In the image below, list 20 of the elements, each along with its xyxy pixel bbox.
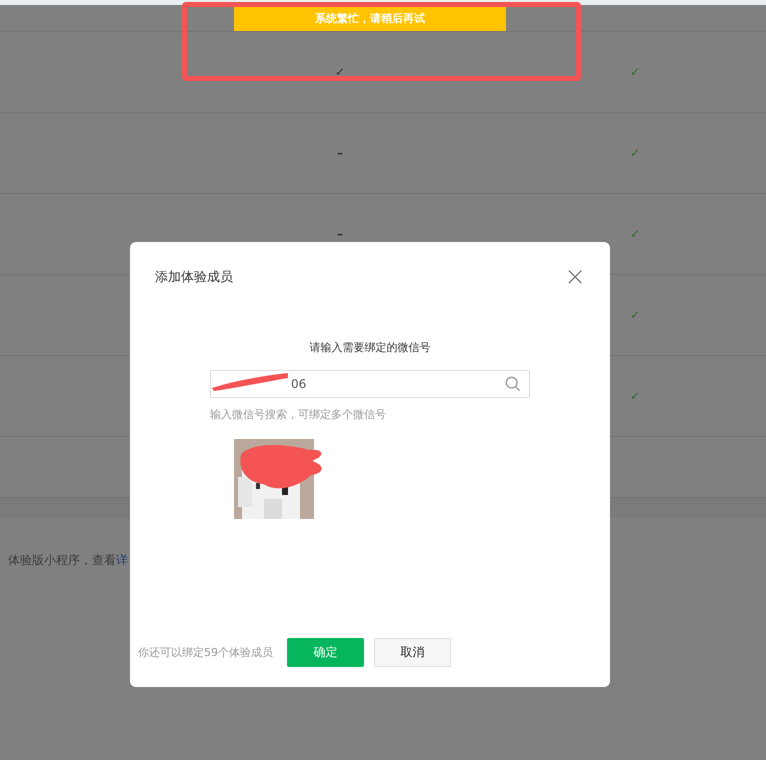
table-cell: ✓	[630, 308, 640, 322]
cancel-button[interactable]: 取消	[374, 638, 451, 667]
error-toast: 系统繁忙，请稍后再试	[234, 5, 506, 31]
table-cell: ✓	[630, 146, 640, 160]
table-cell: –	[337, 146, 343, 160]
table-cell: –	[337, 227, 343, 241]
prompt-text: 请输入需要绑定的微信号	[308, 340, 432, 355]
table-cell: ✓	[334, 65, 346, 79]
dialog-title: 添加体验成员	[155, 269, 233, 286]
close-button[interactable]: ×	[564, 264, 586, 290]
table-cell: ✓	[630, 389, 640, 403]
remaining-text: 你还可以绑定59个体验成员	[138, 645, 273, 660]
search-field[interactable]: 06	[210, 370, 530, 398]
search-icon[interactable]	[505, 376, 521, 392]
confirm-button[interactable]: 确定	[287, 638, 364, 667]
hint-text: 输入微信号搜索，可绑定多个微信号	[210, 407, 387, 422]
table-cell: ✓	[630, 65, 640, 79]
note-text: 体验版小程序，查看	[8, 553, 116, 567]
details-link[interactable]: 详	[116, 553, 128, 567]
table-cell: ✓	[630, 227, 640, 241]
